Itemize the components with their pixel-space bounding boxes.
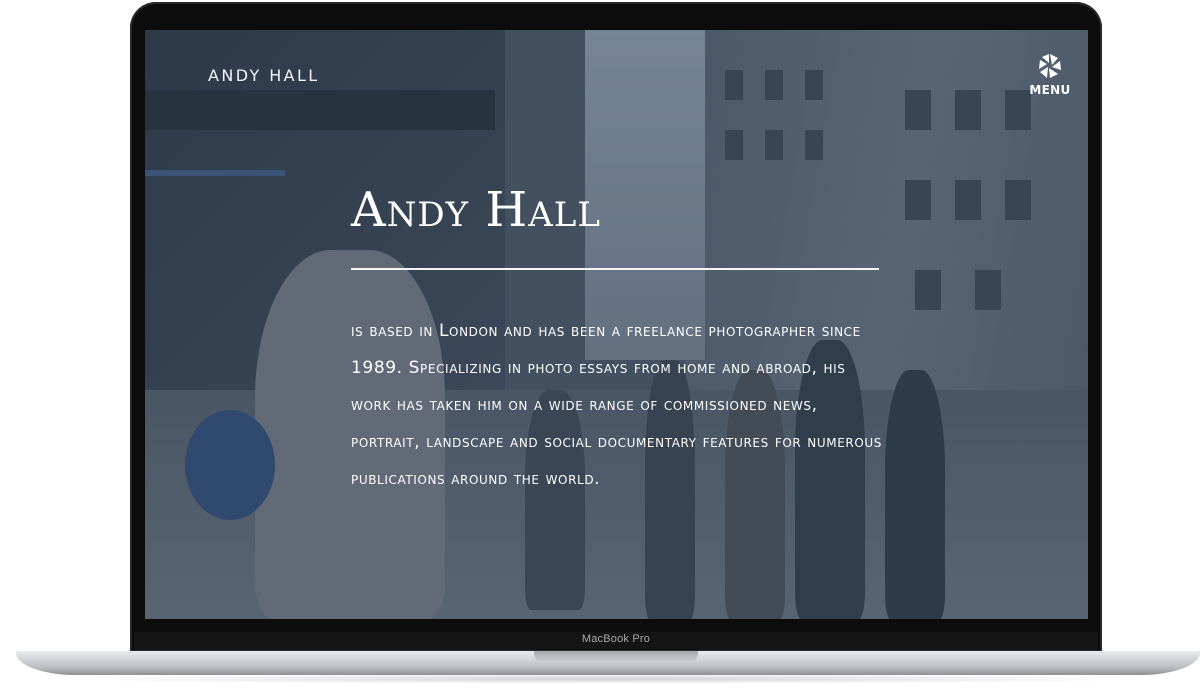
hero-divider — [351, 268, 879, 270]
screen: ANDY HALL MENU Andy Hall is based in Lon… — [145, 30, 1088, 619]
menu-label: MENU — [1029, 83, 1071, 97]
laptop-chin: MacBook Pro — [134, 632, 1098, 650]
hero-title: Andy Hall — [351, 182, 601, 238]
hero-bio: is based in London and has been a freela… — [351, 321, 882, 489]
site-brand[interactable]: ANDY HALL — [208, 66, 320, 85]
laptop-shadow — [60, 674, 1150, 684]
aperture-icon — [1039, 54, 1061, 78]
device-label: MacBook Pro — [581, 633, 651, 645]
menu-button[interactable]: MENU — [1025, 52, 1075, 104]
laptop-notch — [534, 651, 698, 663]
